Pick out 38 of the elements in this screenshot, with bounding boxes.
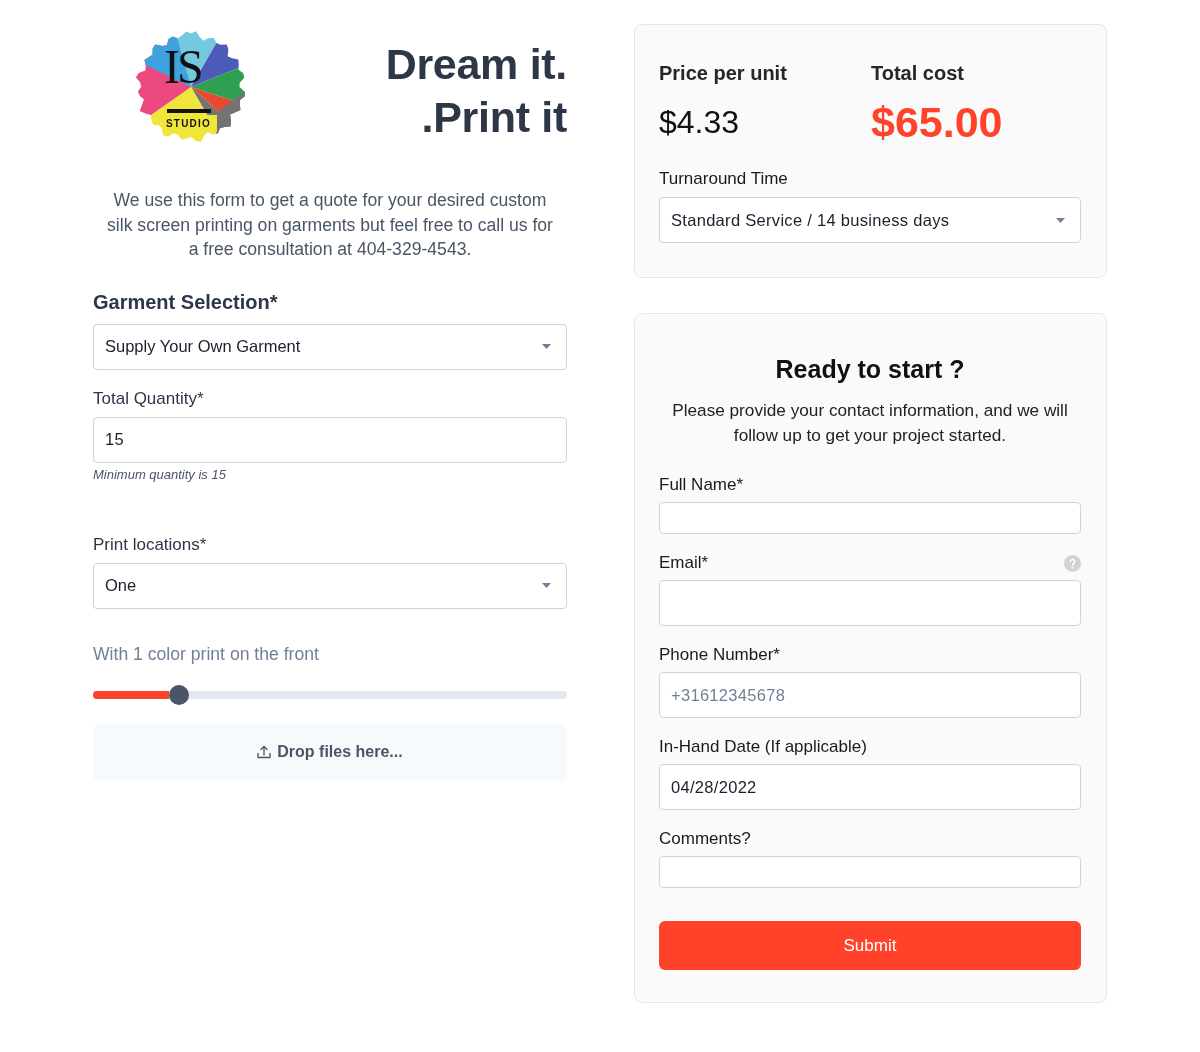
field-label: Full Name* bbox=[659, 475, 744, 495]
file-dropzone[interactable]: Drop files here... bbox=[93, 723, 567, 781]
logo-wordmark: STUDIO bbox=[166, 118, 211, 130]
caret-icon bbox=[542, 344, 551, 349]
help-icon[interactable] bbox=[1064, 554, 1081, 572]
price-label: Total cost bbox=[871, 61, 964, 85]
field-label: Phone Number* bbox=[659, 645, 780, 665]
tagline-heading: Dream it. .Print it bbox=[385, 39, 567, 143]
field-label: In-Hand Date (If applicable) bbox=[659, 737, 867, 757]
email-input[interactable] bbox=[659, 580, 1081, 626]
phone-input[interactable]: +31612345678 bbox=[659, 672, 1081, 718]
intro-text: We use this form to get a quote for your desired custom silk screen printing on garments but feel free to call us for a free consultation at 404-329-4543. bbox=[106, 189, 554, 261]
price-label: Price per unit bbox=[659, 61, 787, 85]
locations-select[interactable]: One bbox=[93, 562, 567, 609]
field-label: Print locations* bbox=[93, 534, 208, 555]
caret-icon bbox=[542, 583, 551, 588]
contact-description: Please provide your contact information, and we will follow up to get your project started. bbox=[671, 399, 1069, 447]
slider-track[interactable] bbox=[93, 684, 567, 705]
upload-icon bbox=[257, 745, 272, 759]
field-label: Turnaround Time bbox=[659, 169, 789, 189]
quantity-input[interactable]: 15 bbox=[93, 416, 567, 463]
name-input[interactable] bbox=[659, 502, 1081, 534]
unit-price: $4.33 bbox=[659, 103, 740, 142]
caret-icon bbox=[1056, 217, 1065, 223]
quantity-hint: Minimum quantity is 15 bbox=[93, 466, 227, 483]
contact-title: Ready to start ? bbox=[774, 354, 966, 384]
slider-thumb[interactable] bbox=[168, 684, 189, 705]
field-label: Email* bbox=[659, 553, 709, 573]
turnaround-select[interactable]: Standard Service / 14 business days bbox=[659, 197, 1081, 243]
field-label: Comments? bbox=[659, 829, 751, 849]
date-input[interactable]: 04/28/2022 bbox=[659, 764, 1081, 810]
field-label: Total Quantity* bbox=[93, 388, 205, 409]
section-label: Garment Selection* bbox=[93, 289, 279, 314]
logo-monogram: IS bbox=[164, 43, 201, 91]
garment-select[interactable]: Supply Your Own Garment bbox=[93, 323, 567, 370]
total-price: $65.00 bbox=[871, 98, 1003, 146]
comments-input[interactable] bbox=[659, 856, 1081, 888]
slider-caption: With 1 color print on the front bbox=[93, 643, 320, 664]
